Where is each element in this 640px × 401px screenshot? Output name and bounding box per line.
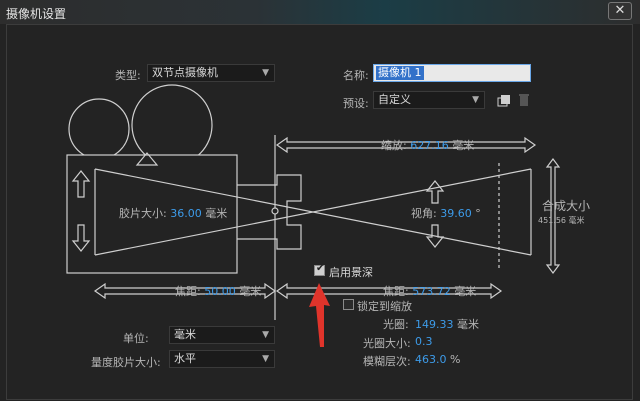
chevron-down-icon: ▼	[262, 330, 269, 340]
film-size-readout: 胶片大小: 36.00 毫米	[119, 205, 227, 221]
dof-label: 启用景深	[329, 266, 373, 279]
zoom-label: 缩放:	[381, 139, 407, 152]
type-select-value: 双节点摄像机	[152, 66, 218, 79]
angle-unit: °	[475, 207, 481, 220]
window-title: 摄像机设置	[6, 7, 67, 21]
blur-value[interactable]: 463.0	[415, 353, 447, 366]
angle-arrow-up	[425, 180, 445, 204]
blur-unit: %	[450, 353, 461, 366]
preset-select[interactable]: 自定义 ▼	[373, 91, 485, 109]
aperture-value[interactable]: 149.33	[415, 318, 454, 331]
comp-size-readout: 451.56 毫米	[538, 215, 585, 226]
save-preset-icon[interactable]	[497, 93, 511, 107]
arrow-annotation-icon	[309, 283, 330, 347]
focus-distance-unit: 毫米	[454, 285, 477, 298]
blur-label: 模糊层次:	[363, 355, 411, 368]
camera-reel-left	[68, 98, 130, 160]
film-size-unit: 毫米	[205, 207, 228, 220]
checkmark-icon: ✔	[316, 263, 325, 274]
aperture-label: 光圈:	[383, 318, 409, 331]
film-size-value[interactable]: 36.00	[170, 207, 202, 220]
zoom-value[interactable]: 627.16	[410, 139, 449, 152]
measure-film-select-value: 水平	[174, 352, 196, 365]
camera-diagram	[66, 84, 561, 347]
title-bar: 摄像机设置 ✕	[0, 0, 640, 24]
angle-label: 视角:	[411, 207, 437, 220]
focal-readout: 焦距: 50.00 毫米	[175, 283, 261, 299]
units-select-value: 毫米	[174, 328, 196, 341]
name-label: 名称:	[343, 69, 369, 82]
focal-unit: 毫米	[239, 285, 262, 298]
comp-size-value: 451.56	[538, 216, 566, 225]
units-label: 单位:	[123, 332, 149, 345]
close-button[interactable]: ✕	[608, 2, 632, 20]
lock-zoom-label: 锁定到缩放	[357, 300, 412, 313]
focus-distance-readout: 焦距: 573.72 毫米	[383, 283, 476, 299]
camera-settings-dialog: 类型: 双节点摄像机 ▼ 名称: 摄像机 1 预设: 自定义 ▼ 缩放: 627…	[6, 24, 633, 400]
chevron-down-icon: ▼	[472, 95, 479, 105]
chevron-down-icon: ▼	[262, 354, 269, 364]
chevron-down-icon: ▼	[262, 68, 269, 78]
delete-preset-icon[interactable]	[517, 93, 531, 107]
name-field-value: 摄像机 1	[376, 66, 424, 80]
measure-film-select[interactable]: 水平 ▼	[169, 350, 275, 368]
angle-readout: 视角: 39.60 °	[411, 205, 481, 221]
preset-label: 预设:	[343, 97, 369, 110]
units-select[interactable]: 毫米 ▼	[169, 326, 275, 344]
comp-size-unit: 毫米	[568, 216, 585, 225]
zoom-unit: 毫米	[452, 139, 475, 152]
dof-checkbox[interactable]: ✔	[314, 263, 325, 276]
focus-distance-label: 焦距:	[383, 285, 409, 298]
camera-reel-right	[131, 84, 213, 166]
focal-label: 焦距:	[175, 285, 201, 298]
focus-distance-value[interactable]: 573.72	[412, 285, 451, 298]
type-label: 类型:	[115, 69, 141, 82]
angle-value[interactable]: 39.60	[440, 207, 472, 220]
fstop-label: 光圈大小:	[363, 337, 411, 350]
preset-select-value: 自定义	[378, 93, 411, 106]
lens-center	[271, 207, 279, 215]
camera-lens	[237, 174, 302, 250]
aperture-readout: 149.33 毫米	[415, 316, 479, 332]
lock-zoom-checkbox[interactable]	[343, 299, 354, 310]
fstop-value[interactable]: 0.3	[415, 335, 433, 348]
measure-film-label: 量度胶片大小:	[91, 356, 161, 369]
aperture-unit: 毫米	[457, 318, 479, 331]
comp-size-label: 合成大小	[542, 199, 591, 213]
blur-readout: 463.0 %	[415, 353, 460, 366]
focal-value[interactable]: 50.00	[204, 285, 236, 298]
name-field[interactable]: 摄像机 1	[373, 64, 531, 82]
type-select[interactable]: 双节点摄像机 ▼	[147, 64, 275, 82]
film-size-label: 胶片大小:	[119, 207, 167, 220]
zoom-readout: 缩放: 627.16 毫米	[381, 137, 474, 153]
